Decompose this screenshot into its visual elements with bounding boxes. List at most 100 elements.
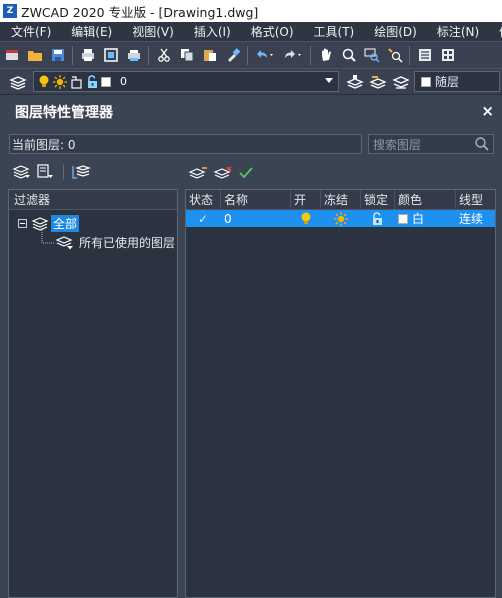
column-header-lock[interactable]: 锁定 <box>361 190 395 209</box>
column-header-name[interactable]: 名称 <box>221 190 291 209</box>
pan-icon[interactable] <box>316 46 335 65</box>
column-header-on[interactable]: 开 <box>291 190 321 209</box>
viewport-freeze-icon <box>71 75 82 89</box>
zoom-previous-icon[interactable] <box>385 46 404 65</box>
current-layer-value: 0 <box>120 75 127 88</box>
sun-thawed-icon[interactable] <box>333 211 348 226</box>
search-icon[interactable] <box>474 136 490 152</box>
new-icon[interactable] <box>2 46 21 65</box>
bulb-on-icon[interactable] <box>300 212 312 226</box>
standard-toolbar <box>0 41 502 68</box>
new-group-filter-icon[interactable] <box>36 163 56 181</box>
panel-header: 图层特性管理器 × <box>0 96 502 128</box>
new-layer-icon[interactable] <box>188 166 208 180</box>
name-cell[interactable]: 0 <box>221 210 291 227</box>
layers-filter-icon <box>31 216 49 231</box>
column-header-status[interactable]: 状态 <box>186 190 221 209</box>
paste-icon[interactable] <box>200 46 219 65</box>
menu-modify[interactable]: 修 <box>488 23 502 40</box>
zoom-realtime-icon[interactable] <box>339 46 358 65</box>
preview-icon[interactable] <box>101 46 120 65</box>
current-layer-check-icon: ✓ <box>197 211 209 226</box>
menu-tools[interactable]: 工具(T) <box>303 23 355 40</box>
save-icon[interactable] <box>48 46 67 65</box>
bulb-on-icon <box>39 75 49 87</box>
layer-manager-icon[interactable] <box>8 72 27 91</box>
properties-icon[interactable] <box>415 46 434 65</box>
table-row[interactable]: ✓ 0 白 连续 <box>186 210 495 227</box>
undo-icon[interactable] <box>253 46 277 65</box>
toolbar-separator <box>409 45 410 65</box>
toolbar-separator <box>63 164 64 180</box>
layer-dropdown[interactable]: 0 <box>33 71 339 92</box>
toolbar-separator <box>72 45 73 65</box>
print-icon[interactable] <box>78 46 97 65</box>
layer-toolbar-actions <box>188 164 254 182</box>
lock-cell[interactable] <box>361 210 395 227</box>
column-header-freeze[interactable]: 冻结 <box>321 190 361 209</box>
toolbar-separator <box>310 45 311 65</box>
open-icon[interactable] <box>25 46 44 65</box>
filter-header: 过滤器 <box>9 190 177 210</box>
plot-icon[interactable] <box>124 46 143 65</box>
search-input[interactable]: 搜索图层 <box>368 134 494 154</box>
sun-thawed-icon <box>53 74 67 89</box>
toolbar-separator <box>247 45 248 65</box>
menu-insert[interactable]: 插入(I) <box>183 23 231 40</box>
menu-format[interactable]: 格式(O) <box>240 23 294 40</box>
delete-layer-icon[interactable] <box>213 166 233 180</box>
new-property-filter-icon[interactable] <box>12 163 32 181</box>
menu-bar: 文件(F) 编辑(E) 视图(V) 插入(I) 格式(O) 工具(T) 绘图(D… <box>0 22 502 41</box>
linetype-cell[interactable]: 连续 <box>456 210 495 227</box>
toolbar-separator <box>148 45 149 65</box>
collapse-icon[interactable] <box>18 219 27 228</box>
layer-state-icon[interactable] <box>391 72 410 91</box>
chevron-down-icon[interactable] <box>325 78 333 83</box>
menu-dimension[interactable]: 标注(N) <box>426 23 479 40</box>
column-header-color[interactable]: 颜色 <box>395 190 456 209</box>
title-bar: Z ZWCAD 2020 专业版 - [Drawing1.dwg] <box>0 0 502 22</box>
linetype-name: 连续 <box>459 212 484 226</box>
linetype-dropdown[interactable]: 随层 <box>414 71 500 92</box>
set-current-icon[interactable] <box>238 166 254 180</box>
filter-toolbar <box>12 162 91 182</box>
current-layer-field: 当前图层: 0 <box>9 134 362 154</box>
zwcad-logo-icon: Z <box>3 4 17 18</box>
window-title: ZWCAD 2020 专业版 - [Drawing1.dwg] <box>21 4 259 20</box>
layer-states-manager-icon[interactable] <box>71 163 91 181</box>
filter-tree-pane: 过滤器 全部 所有已使用的图层 <box>8 189 178 598</box>
menu-file[interactable]: 文件(F) <box>0 23 51 40</box>
color-cell[interactable]: 白 <box>395 210 456 227</box>
match-properties-icon[interactable] <box>223 46 242 65</box>
tree-node-all-label: 全部 <box>51 215 80 232</box>
tree-node-used-layers[interactable]: 所有已使用的图层 <box>55 234 175 251</box>
copy-icon[interactable] <box>177 46 196 65</box>
tree-node-all[interactable]: 全部 <box>18 215 80 232</box>
search-placeholder: 搜索图层 <box>373 137 422 152</box>
menu-draw[interactable]: 绘图(D) <box>363 23 417 40</box>
color-swatch-icon <box>421 76 431 87</box>
used-layers-filter-icon <box>55 235 73 249</box>
status-cell[interactable]: ✓ <box>186 210 221 227</box>
unlock-icon[interactable] <box>371 211 385 226</box>
panel-title: 图层特性管理器 <box>15 105 113 121</box>
tree-node-used-layers-label: 所有已使用的图层 <box>79 236 176 250</box>
menu-edit[interactable]: 编辑(E) <box>60 23 112 40</box>
color-name: 白 <box>412 212 425 226</box>
linetype-value: 随层 <box>435 75 460 89</box>
make-current-layer-icon[interactable] <box>345 72 364 91</box>
redo-icon[interactable] <box>281 46 305 65</box>
freeze-cell[interactable] <box>321 210 361 227</box>
color-swatch-icon <box>101 76 111 87</box>
menu-view[interactable]: 视图(V) <box>121 23 174 40</box>
design-center-icon[interactable] <box>438 46 457 65</box>
filter-header-label: 过滤器 <box>14 193 51 207</box>
cut-icon[interactable] <box>154 46 173 65</box>
zoom-window-icon[interactable] <box>362 46 381 65</box>
current-layer-label: 当前图层: 0 <box>12 137 76 152</box>
on-cell[interactable] <box>291 210 321 227</box>
column-header-linetype[interactable]: 线型 <box>456 190 495 209</box>
layer-previous-icon[interactable] <box>368 72 387 91</box>
close-icon[interactable]: × <box>481 104 494 119</box>
layer-name: 0 <box>224 211 232 226</box>
